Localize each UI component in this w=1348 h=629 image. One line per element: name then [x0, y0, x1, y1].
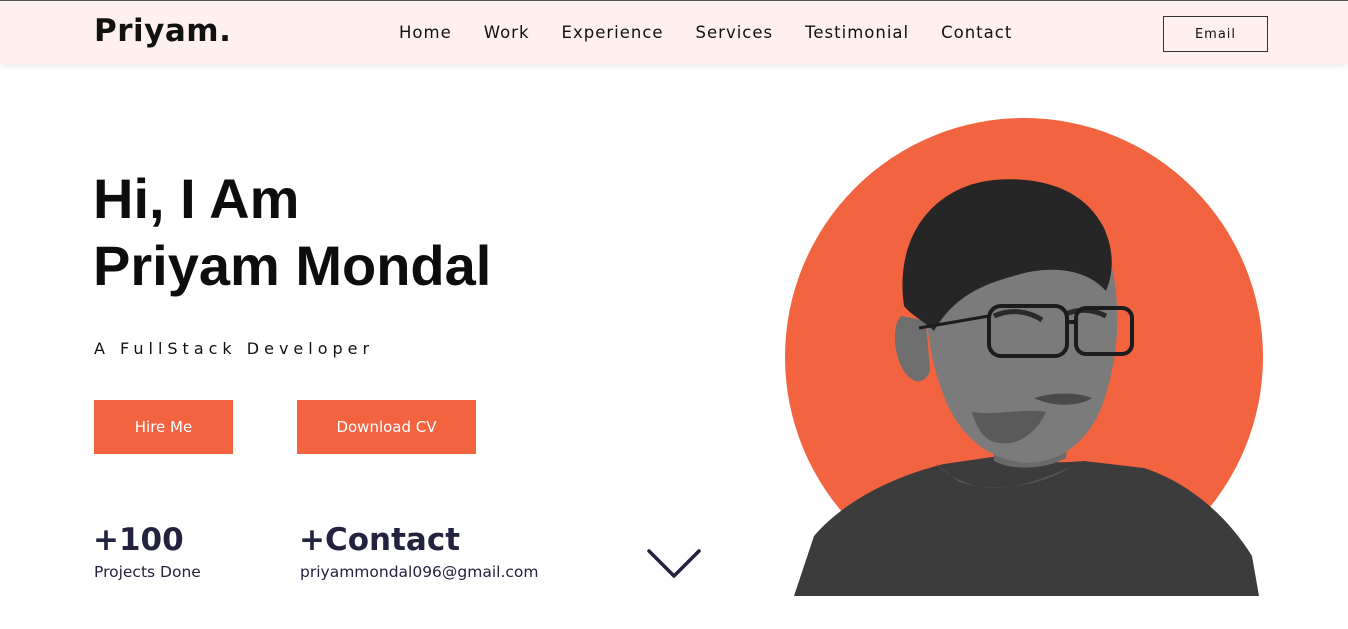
navbar: Priyam. Home Work Experience Services Te… [0, 0, 1348, 64]
profile-portrait [785, 118, 1263, 596]
contact-email[interactable]: priyammondal096@gmail.com [300, 563, 539, 581]
nav-link-experience[interactable]: Experience [562, 23, 664, 42]
hire-me-button[interactable]: Hire Me [94, 400, 233, 454]
hero-greeting: Hi, I Am [93, 167, 300, 230]
hero-name: Priyam Mondal [93, 234, 492, 297]
projects-count: +100 [93, 522, 184, 558]
contact-title: +Contact [299, 522, 461, 558]
email-button[interactable]: Email [1163, 16, 1268, 52]
chevron-down-icon[interactable] [646, 546, 702, 580]
hero-heading: Hi, I Am Priyam Mondal [93, 165, 491, 299]
hero-tagline: A FullStack Developer [94, 339, 375, 358]
download-cv-button[interactable]: Download CV [297, 400, 476, 454]
nav-link-services[interactable]: Services [696, 23, 774, 42]
projects-label: Projects Done [94, 563, 201, 581]
nav-link-home[interactable]: Home [399, 23, 452, 42]
nav-link-testimonial[interactable]: Testimonial [805, 23, 909, 42]
nav-menu: Home Work Experience Services Testimonia… [399, 23, 1044, 42]
logo[interactable]: Priyam. [94, 13, 231, 49]
nav-link-work[interactable]: Work [484, 23, 530, 42]
nav-link-contact[interactable]: Contact [941, 23, 1012, 42]
